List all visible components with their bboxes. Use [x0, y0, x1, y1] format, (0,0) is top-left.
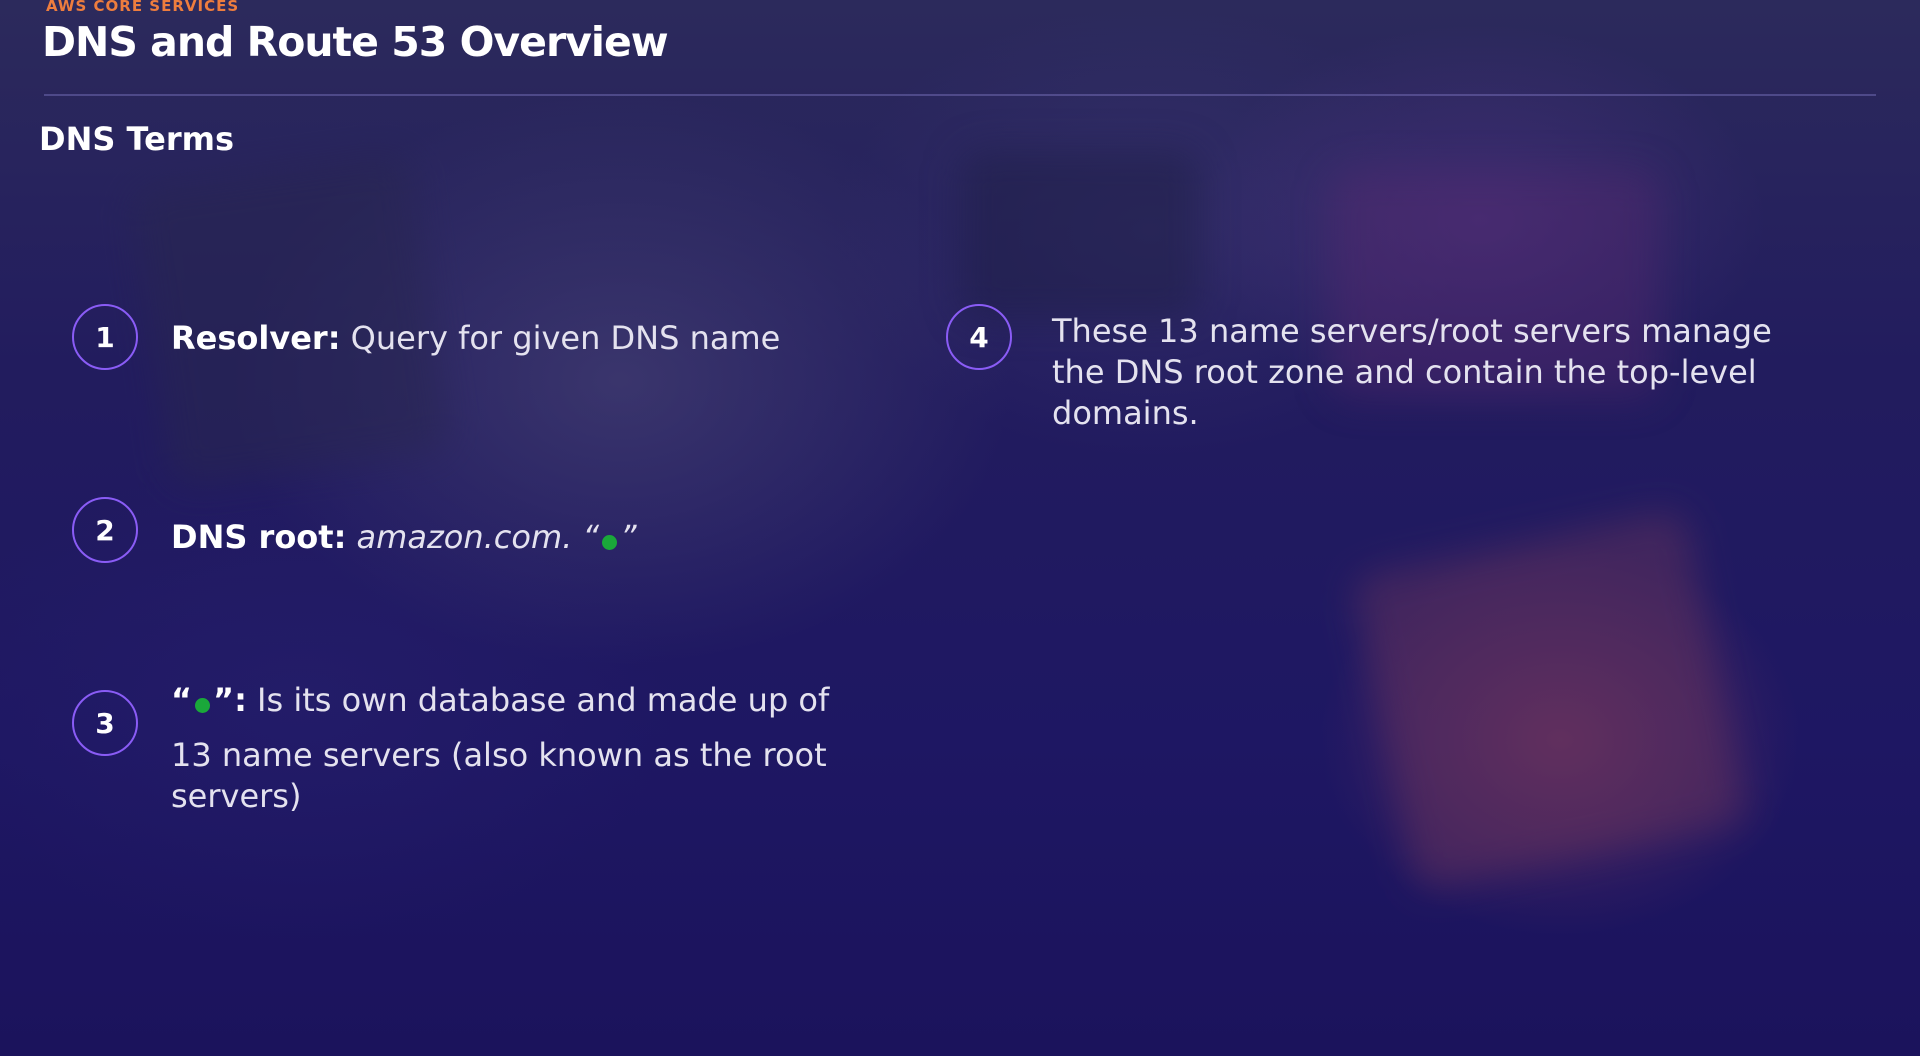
term-description: amazon.com.	[356, 518, 573, 556]
number-badge: 4	[946, 304, 1012, 370]
header-divider	[44, 94, 1876, 96]
number-badge: 3	[72, 690, 138, 756]
term-line-1: “ ”: Is its own database and made up of	[171, 680, 851, 721]
term-description-continued: 13 name servers (also known as the root …	[171, 736, 827, 815]
term-text: “ ”: Is its own database and made up of 1…	[171, 680, 851, 817]
term-text: DNS root: amazon.com. “ ”	[171, 517, 871, 558]
term-description: These 13 name servers/root servers manag…	[1052, 312, 1772, 432]
term-text: Resolver: Query for given DNS name	[171, 318, 871, 359]
green-dot-icon	[602, 535, 618, 550]
quote-open: “	[582, 518, 600, 556]
term-description: Is its own database and made up of	[257, 681, 830, 719]
page-title: DNS and Route 53 Overview	[42, 18, 669, 66]
term-label: Resolver:	[171, 319, 341, 357]
background-blur-shape	[1350, 508, 1750, 892]
term-description: Query for given DNS name	[350, 319, 781, 357]
term-label: DNS root:	[171, 518, 347, 556]
section-title: DNS Terms	[39, 120, 234, 158]
quote-close: ”	[620, 518, 637, 556]
number-badge: 2	[72, 497, 138, 563]
eyebrow-label: AWS CORE SERVICES	[46, 0, 240, 15]
quote-open: “	[171, 681, 193, 719]
green-dot-icon	[195, 698, 211, 713]
term-label: ”:	[213, 681, 247, 719]
background-blur-shape	[960, 150, 1200, 320]
number-badge: 1	[72, 304, 138, 370]
